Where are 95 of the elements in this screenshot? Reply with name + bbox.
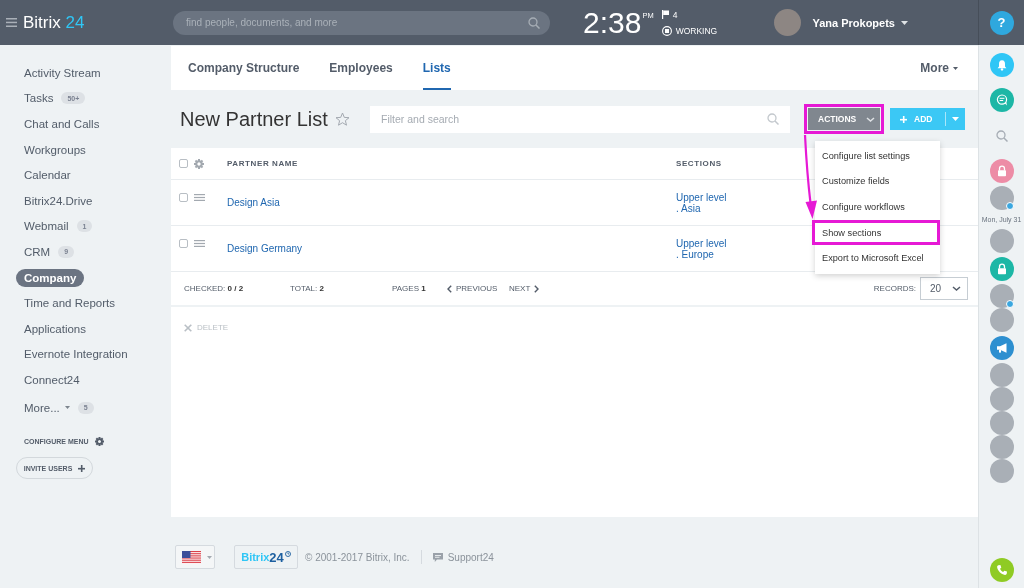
megaphone-icon[interactable] xyxy=(989,335,1014,360)
section-link[interactable]: Upper level xyxy=(676,192,727,203)
caret-icon xyxy=(64,406,70,409)
avatar-icon[interactable] xyxy=(774,9,802,36)
phone-icon[interactable] xyxy=(989,557,1014,582)
language-select[interactable] xyxy=(175,545,215,569)
caret-icon xyxy=(953,66,958,70)
menu-icon[interactable] xyxy=(6,18,17,27)
plus-icon xyxy=(78,464,86,472)
sidebar-item[interactable]: Tasks xyxy=(16,89,62,108)
avatar-icon[interactable] xyxy=(989,387,1014,411)
avatar-icon[interactable] xyxy=(989,363,1014,387)
flag-count[interactable]: 4 xyxy=(672,9,678,20)
avatar-icon[interactable] xyxy=(989,186,1014,210)
caret-icon xyxy=(952,117,959,121)
stop-icon xyxy=(661,25,672,36)
checkbox[interactable] xyxy=(179,159,188,168)
page-title: New Partner List xyxy=(180,107,328,131)
sidebar-item[interactable]: Bitrix24.Drive xyxy=(16,191,101,210)
more-tab[interactable]: More xyxy=(920,46,958,90)
avatar-icon[interactable] xyxy=(989,308,1014,332)
menu-item[interactable]: Configure workflows xyxy=(815,197,937,217)
flag-icon xyxy=(661,10,669,19)
chevron-down-icon xyxy=(952,286,961,291)
filter-field[interactable]: Filter and search xyxy=(370,105,790,133)
sidebar-item[interactable]: Chat and Calls xyxy=(16,115,108,133)
settings-icon[interactable] xyxy=(194,158,204,169)
partner-link[interactable]: Design Germany xyxy=(227,243,303,254)
sidebar-item[interactable]: Applications xyxy=(16,319,94,338)
sidebar-item[interactable]: Time and Reports xyxy=(16,294,123,313)
avatar-icon[interactable] xyxy=(989,284,1014,308)
copyright: © 2001-2017 Bitrix, Inc. xyxy=(305,551,410,563)
flag-icon xyxy=(182,550,201,564)
menu-icon[interactable] xyxy=(194,194,205,201)
section-link[interactable]: . Asia xyxy=(676,203,701,214)
clock-icon xyxy=(284,551,291,557)
clock-time: 2:38 xyxy=(583,7,642,38)
tab[interactable]: Company Structure xyxy=(188,46,300,90)
sidebar-item[interactable]: CRM xyxy=(16,242,59,261)
avatar-icon[interactable] xyxy=(989,229,1014,253)
actions-button[interactable]: ACTIONS xyxy=(808,108,880,130)
column-header: PARTNER NAME xyxy=(227,159,300,168)
records-select[interactable]: 20 xyxy=(920,277,968,300)
avatar-icon[interactable] xyxy=(989,411,1014,435)
next-link[interactable]: NEXT xyxy=(509,284,540,293)
sidebar-item[interactable]: Evernote Integration xyxy=(16,345,136,364)
work-status[interactable]: WORKING xyxy=(675,25,718,36)
section-link[interactable]: Upper level xyxy=(676,238,727,249)
close-icon xyxy=(184,323,192,332)
sidebar-item[interactable]: Company xyxy=(16,268,85,287)
star-icon[interactable] xyxy=(334,112,350,126)
bell-icon[interactable] xyxy=(989,52,1014,77)
avatar-icon[interactable] xyxy=(989,459,1014,483)
settings-icon xyxy=(94,437,104,447)
menu-icon[interactable] xyxy=(194,240,205,247)
sidebar-item[interactable]: Calendar xyxy=(16,166,79,185)
caret-icon[interactable] xyxy=(901,20,908,25)
search-field[interactable]: find people, documents, and more xyxy=(173,10,550,35)
search-icon[interactable] xyxy=(528,16,540,29)
search-icon[interactable] xyxy=(767,113,779,125)
caret-icon xyxy=(207,555,212,559)
sidebar-item[interactable]: Connect24 xyxy=(16,370,88,389)
sidebar-item[interactable]: Webmail xyxy=(16,217,77,236)
menu-item[interactable]: Export to Microsoft Excel xyxy=(815,248,937,268)
tab[interactable]: Employees xyxy=(329,46,393,90)
chat-icon[interactable] xyxy=(989,87,1014,112)
logo-link[interactable]: Bitrix24 xyxy=(234,545,298,569)
plus-icon xyxy=(900,115,907,123)
tab[interactable]: Lists xyxy=(422,46,451,90)
chevron-right-icon xyxy=(534,284,540,293)
partner-link[interactable]: Design Asia xyxy=(227,197,280,208)
sidebar-item[interactable]: Workgroups xyxy=(16,140,94,159)
lock-icon[interactable] xyxy=(989,158,1014,183)
user-name[interactable]: Yana Prokopets xyxy=(812,16,895,29)
menu-item[interactable]: Customize fields xyxy=(815,171,937,192)
avatar-icon[interactable] xyxy=(989,435,1014,459)
previous-link[interactable]: PREVIOUS xyxy=(447,284,509,293)
records-label: RECORDS: xyxy=(873,284,916,293)
menu-item[interactable]: Show sections xyxy=(815,222,937,243)
checkbox[interactable] xyxy=(179,193,188,202)
checked-count: CHECKED: 0 / 2 xyxy=(184,284,245,293)
more-link[interactable]: More... xyxy=(16,398,78,417)
search-icon[interactable] xyxy=(995,130,1008,142)
column-header: SECTIONS xyxy=(676,159,722,168)
logo[interactable]: Bitrix 24 xyxy=(23,12,85,33)
chevron-left-icon xyxy=(447,284,452,293)
chevron-down-icon xyxy=(866,116,875,122)
page-number: PAGES 1 xyxy=(392,284,427,293)
sidebar-item[interactable]: Activity Stream xyxy=(16,63,109,82)
menu-item[interactable]: Configure list settings xyxy=(815,146,937,166)
section-link[interactable]: . Europe xyxy=(676,249,714,260)
lock-icon[interactable] xyxy=(989,256,1014,281)
total-count: TOTAL: 2 xyxy=(290,284,325,293)
chat-icon xyxy=(432,552,443,562)
checkbox[interactable] xyxy=(179,239,188,248)
